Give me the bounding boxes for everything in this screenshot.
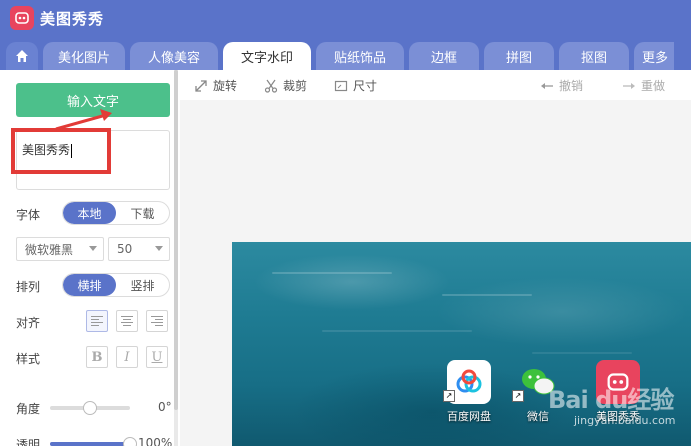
align-label: 对齐 xyxy=(16,316,41,330)
font-source-toggle: 本地 下载 xyxy=(62,201,170,225)
crop-button[interactable]: 裁剪 xyxy=(264,77,307,94)
align-center-icon xyxy=(121,316,133,326)
water-ripple xyxy=(442,294,532,296)
size-button[interactable]: 尺寸 xyxy=(334,77,377,94)
font-local-option[interactable]: 本地 xyxy=(63,202,116,224)
arrange-vertical-option[interactable]: 竖排 xyxy=(116,274,169,296)
chevron-down-icon xyxy=(155,246,163,251)
scissors-icon xyxy=(264,79,278,93)
opacity-slider[interactable] xyxy=(50,437,137,446)
align-right-button[interactable] xyxy=(146,310,168,332)
chevron-down-icon xyxy=(89,246,97,251)
tab-beautify[interactable]: 美化图片 xyxy=(43,42,125,70)
font-size-select[interactable]: 50 xyxy=(108,237,170,261)
text-settings-panel: 输入文字 美图秀秀 字体 本地 下载 微软雅黑 50 排列 横排 竖排 对齐 样… xyxy=(0,70,178,446)
app-window: 美图秀秀 美化图片 人像美容 文字水印 贴纸饰品 边框 拼图 抠图 更多 输入文… xyxy=(0,0,691,446)
edit-toolbar: 旋转 裁剪 尺寸 撤销 重做 xyxy=(180,70,691,100)
size-label: 尺寸 xyxy=(353,79,378,93)
opacity-slider-fill xyxy=(50,442,130,446)
arrange-label: 排列 xyxy=(16,280,41,294)
red-highlight-box xyxy=(11,128,111,174)
title-bar: 美图秀秀 xyxy=(0,0,691,36)
rotate-icon xyxy=(195,79,207,92)
tab-frame[interactable]: 边框 xyxy=(409,42,479,70)
desktop-icon-label: 百度网盘 xyxy=(447,410,491,423)
water-ripple xyxy=(532,352,632,354)
rotate-button[interactable]: 旋转 xyxy=(194,77,237,94)
underline-button[interactable]: U xyxy=(146,346,168,368)
redo-label: 重做 xyxy=(641,79,666,93)
panel-scrollbar[interactable] xyxy=(174,70,178,446)
home-tab[interactable] xyxy=(6,42,38,70)
app-title: 美图秀秀 xyxy=(40,9,105,28)
angle-value: 0° xyxy=(158,400,172,414)
canvas-workspace: ↗ 百度网盘 ↗ 微信 美图秀秀 Bai du经验 jingyan.baidu.… xyxy=(180,100,691,446)
crop-label: 裁剪 xyxy=(283,79,308,93)
redo-button[interactable]: 重做 xyxy=(622,77,665,94)
font-label: 字体 xyxy=(16,208,41,222)
angle-label: 角度 xyxy=(16,402,41,416)
undo-button[interactable]: 撤销 xyxy=(540,77,583,94)
shortcut-arrow-icon: ↗ xyxy=(443,390,455,402)
baidu-watermark-url: jingyan.baidu.com xyxy=(574,414,676,427)
water-ripple xyxy=(322,330,472,332)
arrange-horizontal-option[interactable]: 横排 xyxy=(63,274,116,296)
style-label: 样式 xyxy=(16,352,41,366)
resize-icon xyxy=(334,80,348,91)
angle-slider[interactable] xyxy=(50,401,130,415)
align-left-button[interactable] xyxy=(86,310,108,332)
baidu-watermark: Bai du经验 xyxy=(548,386,674,414)
font-family-select[interactable]: 微软雅黑 xyxy=(16,237,104,261)
panel-scrollbar-thumb[interactable] xyxy=(174,70,178,410)
tab-text-watermark[interactable]: 文字水印 xyxy=(223,42,311,70)
input-text-button[interactable]: 输入文字 xyxy=(16,83,170,117)
redo-arrow-icon xyxy=(623,82,635,89)
tab-collage[interactable]: 拼图 xyxy=(484,42,554,70)
opacity-value: 100% xyxy=(138,436,173,446)
opacity-slider-knob[interactable] xyxy=(123,437,137,446)
font-size-value: 50 xyxy=(117,242,133,256)
font-family-value: 微软雅黑 xyxy=(25,242,74,257)
tab-portrait[interactable]: 人像美容 xyxy=(130,42,218,70)
undo-arrow-icon xyxy=(541,82,553,89)
main-tab-bar: 美化图片 人像美容 文字水印 贴纸饰品 边框 拼图 抠图 更多 xyxy=(0,36,691,70)
tab-cutout[interactable]: 抠图 xyxy=(559,42,629,70)
align-right-icon xyxy=(151,316,163,326)
align-left-icon xyxy=(91,316,103,326)
water-ripple xyxy=(272,272,392,274)
tab-more[interactable]: 更多 xyxy=(634,42,674,70)
edited-photo[interactable]: ↗ 百度网盘 ↗ 微信 美图秀秀 Bai du经验 jingyan.baidu.… xyxy=(232,242,691,446)
tab-stickers[interactable]: 贴纸饰品 xyxy=(316,42,404,70)
shortcut-arrow-icon: ↗ xyxy=(512,390,524,402)
undo-label: 撤销 xyxy=(559,79,584,93)
arrange-toggle: 横排 竖排 xyxy=(62,273,170,297)
angle-slider-knob[interactable] xyxy=(83,401,97,415)
italic-button[interactable]: I xyxy=(116,346,138,368)
rotate-label: 旋转 xyxy=(213,79,238,93)
home-icon xyxy=(16,50,28,62)
opacity-label: 透明 xyxy=(16,438,41,446)
font-download-option[interactable]: 下载 xyxy=(116,202,169,224)
desktop-icon-baidu-netdisk: ↗ 百度网盘 xyxy=(441,360,497,424)
bold-button[interactable]: B xyxy=(86,346,108,368)
align-center-button[interactable] xyxy=(116,310,138,332)
meitu-logo-icon xyxy=(10,6,34,30)
